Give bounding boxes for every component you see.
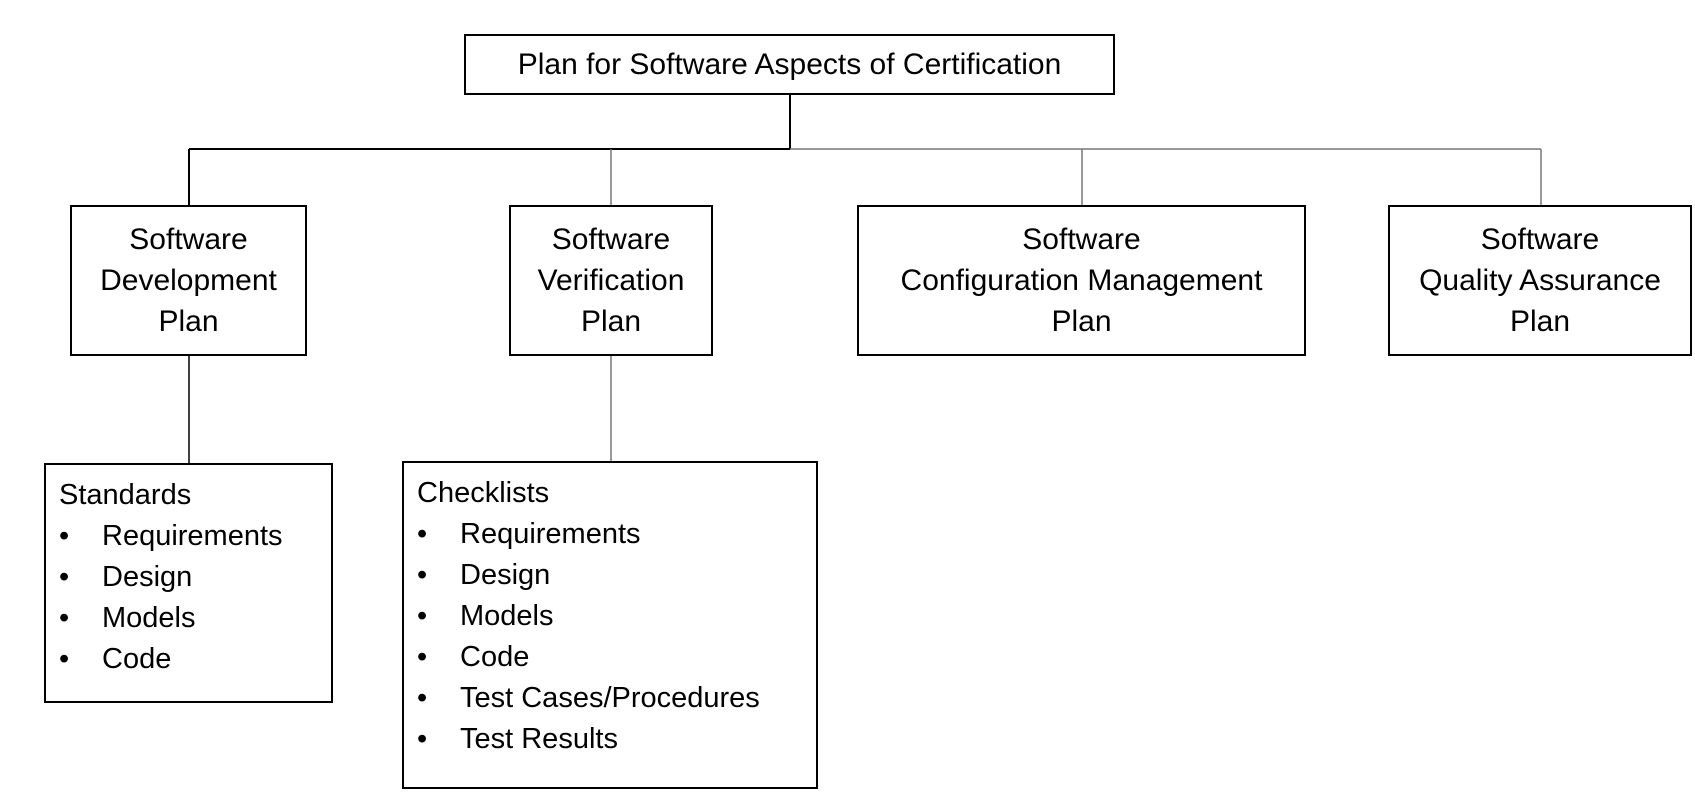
plan-line: Software [129, 223, 248, 256]
plan-line: Plan [158, 305, 219, 338]
standards-box: Standards • Requirements • Design • Models … [44, 463, 333, 703]
list-item-label: Models [102, 602, 196, 634]
configuration-management-plan-box: Software Configuration Management Plan [857, 205, 1306, 356]
list-item-label: Test Cases/Procedures [460, 682, 760, 714]
bullet-icon: • [59, 561, 70, 593]
plan-line: Software [551, 223, 671, 256]
bullet-icon: • [417, 641, 428, 673]
plan-line: Configuration Management [900, 264, 1263, 297]
development-plan-box: Software Development Plan [70, 205, 307, 356]
quality-assurance-plan-box: Software Quality Assurance Plan [1388, 205, 1692, 356]
plan-line: Plan [1051, 305, 1112, 338]
list-item: • Code [417, 637, 816, 678]
list-item-label: Design [460, 559, 551, 591]
list-item: • Requirements [59, 516, 331, 557]
plan-line: Development [100, 264, 277, 297]
bullet-icon: • [59, 643, 70, 675]
list-item: • Design [59, 557, 331, 598]
plan-line: Software [1480, 223, 1600, 256]
bullet-icon: • [417, 559, 428, 591]
list-item: • Code [59, 639, 331, 680]
list-item: • Requirements [417, 514, 816, 555]
list-item: • Models [417, 596, 816, 637]
checklists-heading: Checklists [417, 477, 550, 509]
plan-line: Quality Assurance [1419, 264, 1661, 297]
plan-line: Plan [580, 305, 642, 338]
list-item: • Models [59, 598, 331, 639]
bullet-icon: • [417, 600, 428, 632]
plan-line: Plan [1509, 305, 1571, 338]
bullet-icon: • [59, 520, 70, 552]
list-item-label: Models [460, 600, 554, 632]
bullet-icon: • [417, 682, 428, 714]
list-item-label: Code [460, 641, 530, 673]
plan-line: Software [1022, 223, 1141, 256]
checklists-box: Checklists • Requirements • Design • Models… [402, 461, 818, 789]
bullet-icon: • [59, 602, 70, 634]
root-plan-label: Plan for Software Aspects of Certificati… [517, 48, 1062, 81]
list-item: • Design [417, 555, 816, 596]
list-item-label: Design [102, 561, 193, 593]
root-plan-box: Plan for Software Aspects of Certificati… [464, 34, 1115, 95]
list-item-label: Test Results [460, 723, 618, 755]
list-item: • Test Cases/Procedures [417, 678, 816, 719]
standards-heading: Standards [59, 479, 192, 511]
bullet-icon: • [417, 518, 428, 550]
verification-plan-box: Software Verification Plan [509, 205, 713, 356]
list-item-label: Requirements [460, 518, 641, 550]
list-item-label: Requirements [102, 520, 283, 552]
list-item: • Test Results [417, 719, 816, 760]
list-item-label: Code [102, 643, 172, 675]
bullet-icon: • [417, 723, 428, 755]
plan-line: Verification [537, 264, 685, 297]
